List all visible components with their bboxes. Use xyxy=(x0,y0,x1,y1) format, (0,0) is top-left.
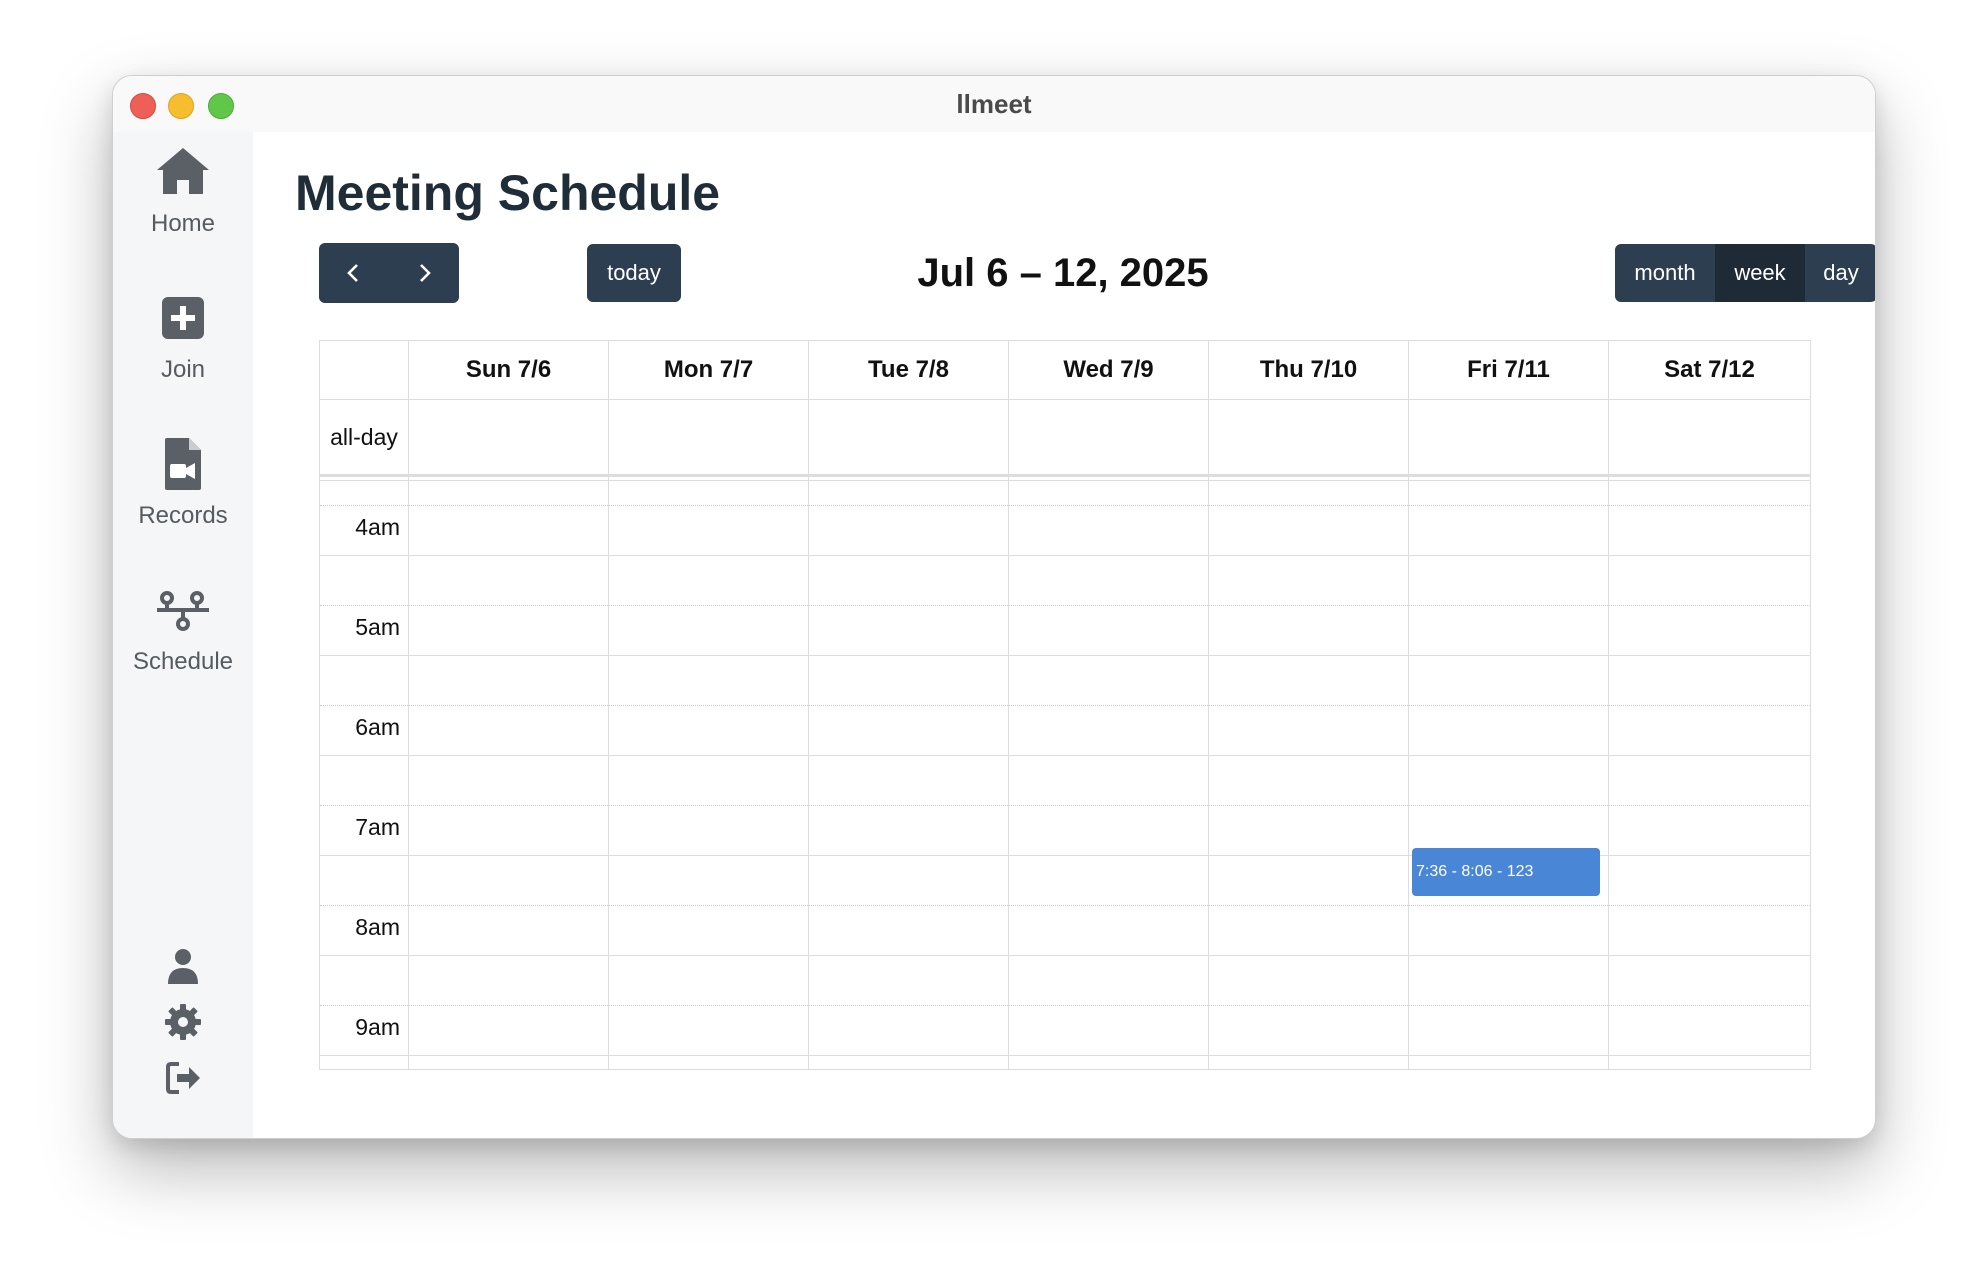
time-grid[interactable]: 4am 5am 6am 7am 8am 9am 7:36 - 8:06 - 12… xyxy=(320,480,1810,1069)
view-month-button[interactable]: month xyxy=(1615,244,1715,302)
slot-line xyxy=(320,905,1810,906)
day-header[interactable]: Wed 7/9 xyxy=(1008,341,1208,399)
app-window: llmeet Home Join Records Schedule Meetin… xyxy=(112,75,1876,1139)
user-icon[interactable] xyxy=(163,946,203,986)
day-header[interactable]: Sun 7/6 xyxy=(408,341,608,399)
sidebar-item-schedule[interactable]: Schedule xyxy=(113,580,253,676)
sidebar-item-label: Schedule xyxy=(132,648,234,675)
chevron-left-icon xyxy=(347,264,358,282)
hour-label: 5am xyxy=(355,614,400,640)
schedule-flow-icon xyxy=(153,580,213,640)
slot-line xyxy=(320,705,1810,706)
main-content: Meeting Schedule today Jul 6 – 12, 2025 … xyxy=(253,132,1875,1138)
hour-label: 8am xyxy=(355,914,400,940)
titlebar: llmeet xyxy=(113,76,1875,132)
allday-label: all-day xyxy=(330,424,398,450)
slot-line xyxy=(320,755,1810,756)
hour-label: 7am xyxy=(355,814,400,840)
column-divider xyxy=(808,341,809,1069)
sidebar-item-label: Records xyxy=(138,502,228,529)
calendar-header-row: Sun 7/6 Mon 7/7 Tue 7/8 Wed 7/9 Thu 7/10… xyxy=(320,341,1810,400)
next-week-button[interactable] xyxy=(389,243,459,303)
sidebar: Home Join Records Schedule xyxy=(113,132,253,1138)
day-header[interactable]: Tue 7/8 xyxy=(808,341,1008,399)
logout-icon[interactable] xyxy=(163,1058,203,1098)
column-divider xyxy=(1008,341,1009,1069)
slot-line xyxy=(320,955,1810,956)
allday-row[interactable]: all-day xyxy=(320,400,1810,477)
slot-line xyxy=(320,1055,1810,1056)
sidebar-item-records[interactable]: Records xyxy=(113,434,253,530)
window-title: llmeet xyxy=(956,89,1032,119)
slot-line xyxy=(320,1005,1810,1006)
week-calendar: Sun 7/6 Mon 7/7 Tue 7/8 Wed 7/9 Thu 7/10… xyxy=(319,340,1811,1070)
sidebar-item-label: Home xyxy=(150,210,216,237)
home-icon xyxy=(153,142,213,202)
slot-line xyxy=(320,605,1810,606)
sidebar-item-join[interactable]: Join xyxy=(113,288,253,384)
day-header[interactable]: Fri 7/11 xyxy=(1408,341,1608,399)
screen: llmeet Home Join Records Schedule Meetin… xyxy=(0,0,1984,1284)
sidebar-item-home[interactable]: Home xyxy=(113,142,253,238)
date-nav-group xyxy=(319,243,459,303)
day-header[interactable]: Mon 7/7 xyxy=(608,341,808,399)
date-range-title: Jul 6 – 12, 2025 xyxy=(917,251,1209,295)
hour-label: 6am xyxy=(355,714,400,740)
calendar-event[interactable]: 7:36 - 8:06 - 123 xyxy=(1412,848,1600,896)
hour-label: 9am xyxy=(355,1014,400,1040)
video-file-icon xyxy=(153,434,213,494)
slot-line xyxy=(320,805,1810,806)
slot-line xyxy=(320,480,1810,481)
column-divider xyxy=(608,341,609,1069)
view-day-button[interactable]: day xyxy=(1805,244,1875,302)
view-switcher: month week day xyxy=(1615,244,1875,302)
day-header[interactable]: Thu 7/10 xyxy=(1208,341,1408,399)
slot-line xyxy=(320,655,1810,656)
hour-label: 4am xyxy=(355,514,400,540)
chevron-right-icon xyxy=(420,264,431,282)
gear-icon[interactable] xyxy=(163,1002,203,1042)
day-header[interactable]: Sat 7/12 xyxy=(1608,341,1810,399)
view-week-button[interactable]: week xyxy=(1715,244,1805,302)
plus-square-icon xyxy=(153,288,213,348)
slot-line xyxy=(320,505,1810,506)
prev-week-button[interactable] xyxy=(319,243,389,303)
column-divider xyxy=(1608,341,1609,1069)
column-divider xyxy=(1408,341,1409,1069)
today-button[interactable]: today xyxy=(587,244,681,302)
page-title: Meeting Schedule xyxy=(295,165,721,221)
column-divider xyxy=(1208,341,1209,1069)
slot-line xyxy=(320,555,1810,556)
sidebar-item-label: Join xyxy=(160,356,206,383)
column-divider xyxy=(408,341,409,1069)
